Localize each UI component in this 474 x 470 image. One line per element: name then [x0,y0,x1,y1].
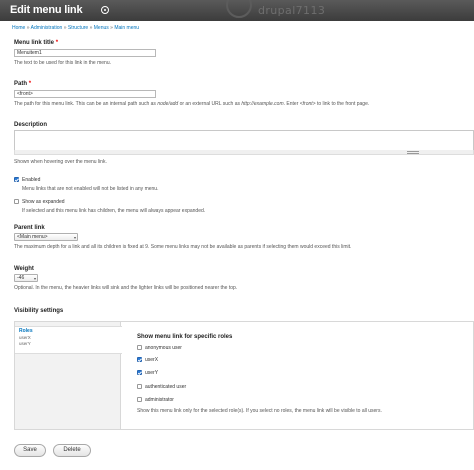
path-desc-example-internal: node/add [157,101,179,107]
page-title: Edit menu link [10,4,83,16]
enabled-label: Enabled [22,177,41,183]
breadcrumb-administration[interactable]: Administration [31,25,63,31]
save-button[interactable]: Save [14,444,46,457]
path-input[interactable]: <front> [14,90,156,98]
description-textarea[interactable] [14,130,474,151]
parent-link-select[interactable]: <Main menu> ▾ [14,233,78,241]
description-label: Description [14,122,48,128]
roles-pane-description: Show this menu link only for the selecte… [137,408,382,414]
path-desc-front: <front> [299,101,316,107]
path-desc-part: or an external URL such as [178,101,242,107]
required-marker: * [28,81,32,87]
menu-link-title-description: The text to be used for this link in the… [14,60,111,66]
weight-description: Optional. In the menu, the heavier links… [14,285,238,291]
role-label-anonymous: anonymous user [145,345,182,351]
role-label-usery: userY [145,370,159,376]
role-label-authenticated: authenticated user [145,384,187,390]
parent-link-description: The maximum depth for a link and all its… [14,244,352,250]
enabled-description: Menu links that are not enabled will not… [22,186,159,192]
textarea-resize-grip[interactable] [14,150,474,155]
role-checkbox-authenticated[interactable] [137,384,142,389]
expanded-label: Show as expanded [22,199,65,205]
path-label-text: Path [14,81,28,87]
breadcrumb-menus[interactable]: Menus [94,25,109,31]
description-help: Shown when hovering over the menu link. [14,159,107,165]
required-marker: * [55,40,59,46]
role-checkbox-usery[interactable] [137,370,142,375]
breadcrumb-home[interactable]: Home [12,25,25,31]
roles-pane-title: Show menu link for specific roles [137,334,233,340]
role-checkbox-administrator[interactable] [137,397,142,402]
parent-link-label: Parent link [14,225,45,231]
visibility-settings-title: Visibility settings [14,308,64,314]
vertical-tab-roles-summary: userY [19,341,31,346]
parent-link-selected-value: <Main menu> [17,234,48,240]
menu-link-title-input[interactable]: Menuitem1 [14,49,156,57]
select-arrow-icon: ▾ [33,276,36,281]
breadcrumb-main-menu[interactable]: Main menu [114,25,139,31]
path-desc-example-external: http://example.com [241,101,284,107]
enabled-checkbox[interactable] [14,177,19,182]
role-label-administrator: administrator [145,397,174,403]
path-desc-part: The path for this menu link. This can be… [14,101,158,107]
menu-link-title-label-text: Menu link title [14,40,55,46]
path-description: The path for this menu link. This can be… [14,101,369,107]
weight-selected-value: -46 [17,275,25,281]
delete-button[interactable]: Delete [53,444,91,457]
role-checkbox-anonymous[interactable] [137,345,142,350]
expanded-description: If selected and this menu link has child… [22,208,206,214]
vertical-tab-roles-summary: userX [19,335,31,340]
drupal-logo-watermark [226,0,252,18]
path-desc-part: to link to the front page. [315,101,370,107]
expanded-checkbox[interactable] [14,199,19,204]
select-arrow-icon: ▾ [73,235,76,240]
weight-select[interactable]: -46 ▾ [14,274,38,282]
menu-link-title-label: Menu link title * [14,40,58,46]
breadcrumb: Home » Administration » Structure » Menu… [12,25,140,31]
vertical-tab-roles-title[interactable]: Roles [19,328,33,334]
weight-label: Weight [14,266,34,272]
path-desc-part: . Enter [283,101,300,107]
path-label: Path * [14,81,31,87]
breadcrumb-structure[interactable]: Structure [68,25,88,31]
gear-icon[interactable] [101,6,109,14]
site-watermark: drupal7113 [258,4,326,17]
page-header: Edit menu link drupal7113 [0,0,474,21]
role-checkbox-userx[interactable] [137,357,142,362]
role-label-userx: userX [145,357,159,363]
